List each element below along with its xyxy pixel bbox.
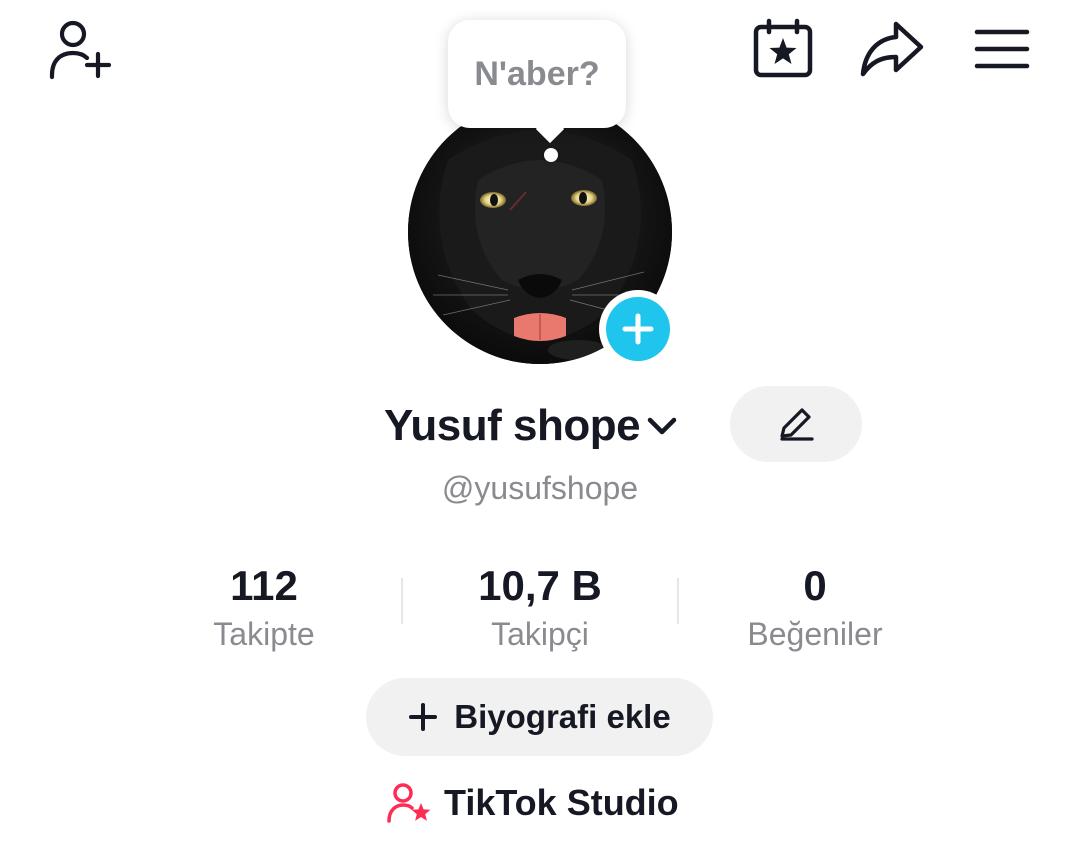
note-bubble[interactable]: N'aber?: [448, 20, 626, 128]
creator-star-icon: [386, 781, 432, 825]
stat-value: 112: [230, 562, 298, 609]
stat-divider: [401, 578, 403, 624]
hamburger-menu-icon: [974, 29, 1030, 69]
add-bio-label: Biyografi ekle: [454, 698, 671, 735]
calendar-star-icon: [753, 18, 813, 78]
stat-value: 10,7 B: [478, 562, 602, 609]
add-friend-button[interactable]: [40, 14, 116, 84]
person-plus-icon: [49, 20, 112, 80]
note-text: N'aber?: [474, 54, 600, 93]
stat-following[interactable]: 112 Takipte: [134, 560, 394, 656]
calendar-button[interactable]: [748, 14, 818, 84]
tiktok-studio-label: TikTok Studio: [444, 782, 679, 823]
stat-label: Beğeniler: [747, 616, 883, 652]
profile-handle: @yusufshope: [441, 470, 639, 506]
profile-name-switcher[interactable]: Yusuf shope: [384, 395, 678, 457]
add-bio-button[interactable]: Biyografi ekle: [366, 678, 713, 756]
plus-icon: [622, 313, 654, 345]
note-bubble-dot: [544, 148, 558, 162]
tiktok-studio-link[interactable]: TikTok Studio: [386, 778, 679, 828]
menu-button[interactable]: [970, 22, 1034, 76]
edit-profile-button[interactable]: [730, 386, 862, 462]
stat-label: Takipçi: [491, 616, 589, 652]
share-arrow-icon: [860, 21, 924, 77]
share-button[interactable]: [856, 16, 928, 82]
add-story-button[interactable]: [599, 290, 677, 368]
chevron-down-icon: [646, 415, 678, 437]
profile-name: Yusuf shope: [384, 401, 641, 450]
plus-icon: [408, 702, 438, 732]
stat-value: 0: [803, 562, 827, 609]
stat-likes[interactable]: 0 Beğeniler: [685, 560, 945, 656]
stat-divider: [677, 578, 679, 624]
pencil-icon: [780, 408, 814, 441]
stat-followers[interactable]: 10,7 B Takipçi: [410, 560, 670, 656]
stat-label: Takipte: [213, 616, 315, 652]
